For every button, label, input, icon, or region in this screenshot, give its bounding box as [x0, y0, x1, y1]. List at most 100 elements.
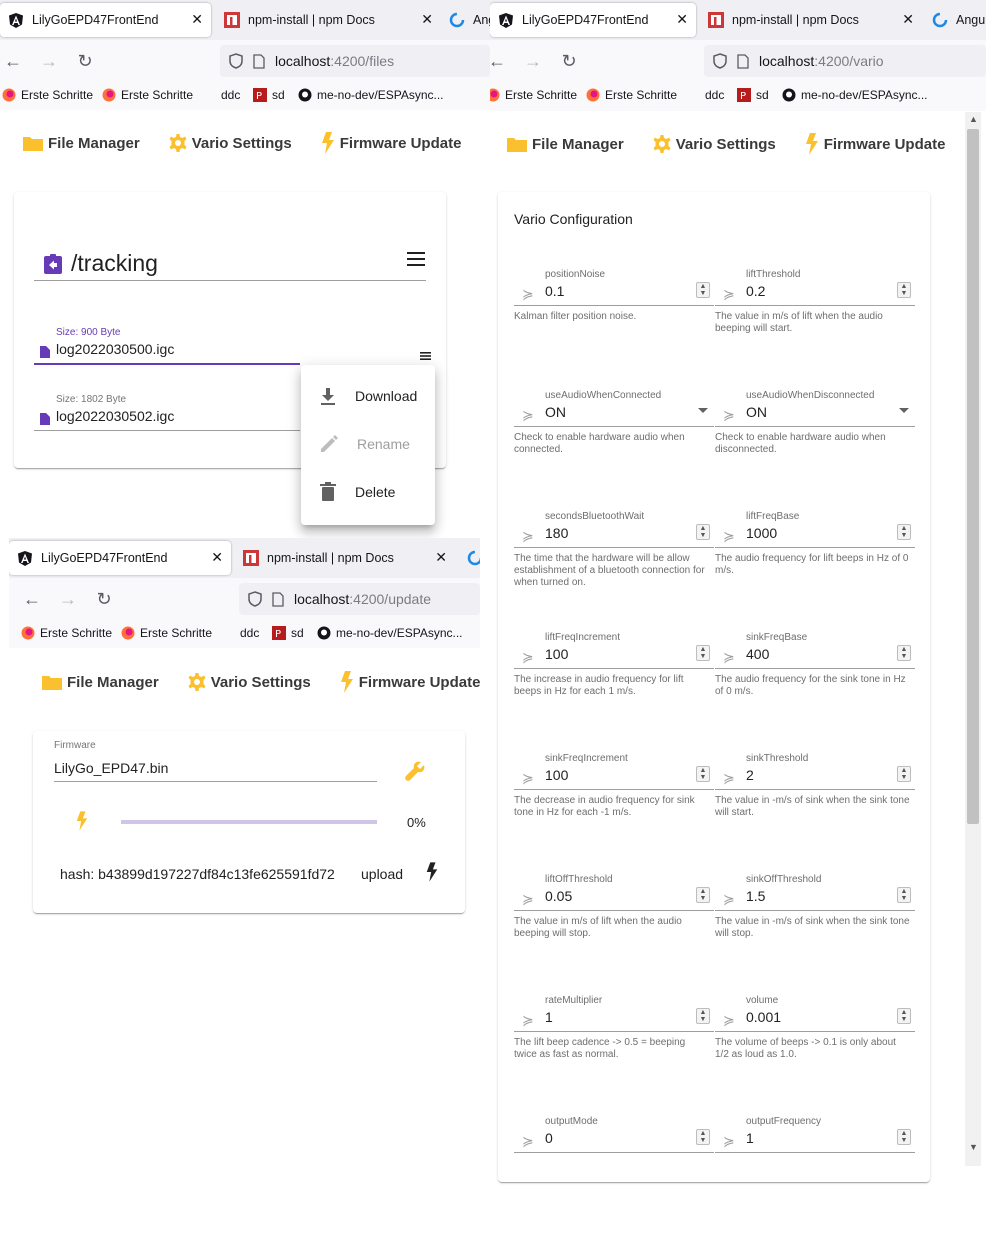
vario-field-positionNoise[interactable]: positionNoise ≽ 0.1 ▲ ▼ Kalman filter positio… [514, 269, 714, 389]
scroll-up-icon[interactable]: ▲ [969, 114, 978, 124]
close-icon[interactable]: ✕ [421, 11, 433, 28]
vario-field-secondsBluetoothWait[interactable]: secondsBluetoothWait ≽ 180 ▲ ▼ The time that … [514, 511, 714, 631]
forward-icon[interactable]: → [522, 50, 544, 72]
vario-field-sinkThreshold[interactable]: sinkThreshold ≽ 2 ▲ ▼ The value in -m/s of si… [715, 753, 915, 873]
field-value[interactable]: 0.05 [545, 888, 572, 904]
bookmark-erste-schritte-2[interactable]: Erste Schritte [121, 626, 212, 640]
tab-angular[interactable]: Angu [924, 3, 986, 37]
url-bar[interactable]: localhost:4200/files [220, 45, 490, 77]
tab-npm[interactable]: npm-install | npm Docs ✕ [700, 3, 922, 37]
nav-firmware-update[interactable]: Firmware Update [804, 133, 945, 155]
tab-lilygo[interactable]: LilyGoEPD47FrontEnd ✕ [9, 541, 231, 575]
wrench-icon[interactable] [403, 759, 427, 788]
vario-field-sinkFreqBase[interactable]: sinkFreqBase ≽ 400 ▲ ▼ The audio frequency fo… [715, 632, 915, 752]
vario-field-liftThreshold[interactable]: liftThreshold ≽ 0.2 ▲ ▼ The value in m/s of l… [715, 269, 915, 389]
field-value[interactable]: 100 [545, 767, 568, 783]
vario-field-liftOffThreshold[interactable]: liftOffThreshold ≽ 0.05 ▲ ▼ The value in m/s … [514, 874, 714, 994]
bookmark-ddc[interactable]: ddc [221, 88, 240, 102]
vario-field-outputMode[interactable]: outputMode ≽ 0 ▲ ▼ [514, 1116, 714, 1236]
nav-firmware-update[interactable]: Firmware Update [339, 671, 480, 693]
close-icon[interactable]: ✕ [435, 549, 447, 566]
field-value[interactable]: 1000 [746, 525, 777, 541]
field-value[interactable]: 1 [545, 1009, 553, 1025]
dropdown-arrow-icon[interactable] [899, 408, 909, 413]
spinner-icon[interactable]: ▲ ▼ [897, 282, 911, 298]
forward-icon[interactable]: → [57, 588, 79, 610]
bookmark-sd[interactable]: P sd [272, 626, 304, 640]
nav-file-manager[interactable]: File Manager [22, 134, 140, 152]
tab-lilygo[interactable]: LilyGoEPD47FrontEnd ✕ [0, 3, 211, 37]
spinner-icon[interactable]: ▲ ▼ [696, 524, 710, 540]
spinner-icon[interactable]: ▲ ▼ [696, 766, 710, 782]
vario-field-useAudioWhenDisconnected[interactable]: useAudioWhenDisconnected ≽ ON Check to enab… [715, 390, 915, 510]
scrollbar-thumb[interactable] [967, 129, 979, 824]
close-icon[interactable]: ✕ [902, 11, 914, 28]
firmware-file-input[interactable]: LilyGo_EPD47.bin [54, 760, 168, 776]
reload-icon[interactable]: ↻ [558, 50, 580, 72]
bookmark-sd[interactable]: P sd [253, 88, 285, 102]
tab-npm[interactable]: npm-install | npm Docs ✕ [235, 541, 455, 575]
bookmark-ddc[interactable]: ddc [240, 626, 259, 640]
menu-item-delete[interactable]: Delete [301, 468, 435, 516]
url-bar[interactable]: localhost:4200/update [239, 583, 480, 615]
back-icon[interactable]: ← [21, 588, 43, 610]
nav-file-manager[interactable]: File Manager [41, 673, 159, 691]
bookmark-github[interactable]: me-no-dev/ESPAsync... [298, 88, 444, 102]
spinner-icon[interactable]: ▲ ▼ [897, 766, 911, 782]
field-value[interactable]: 0.1 [545, 283, 564, 299]
tab-lilygo[interactable]: LilyGoEPD47FrontEnd ✕ [490, 3, 696, 37]
vario-field-outputFrequency[interactable]: outputFrequency ≽ 1 ▲ ▼ [715, 1116, 915, 1236]
nav-firmware-update[interactable]: Firmware Update [320, 132, 461, 154]
vario-field-liftFreqIncrement[interactable]: liftFreqIncrement ≽ 100 ▲ ▼ The increase in a… [514, 632, 714, 752]
forward-icon[interactable]: → [38, 50, 60, 72]
spinner-icon[interactable]: ▲ ▼ [897, 524, 911, 540]
vario-field-rateMultiplier[interactable]: rateMultiplier ≽ 1 ▲ ▼ The lift beep cadence … [514, 995, 714, 1115]
back-icon[interactable]: ← [490, 50, 508, 72]
vario-field-sinkOffThreshold[interactable]: sinkOffThreshold ≽ 1.5 ▲ ▼ The value in -m/s … [715, 874, 915, 994]
tab-npm[interactable]: npm-install | npm Docs ✕ [216, 3, 441, 37]
spinner-icon[interactable]: ▲ ▼ [897, 1129, 911, 1145]
vario-field-volume[interactable]: volume ≽ 0.001 ▲ ▼ The volume of beeps -> 0.1… [715, 995, 915, 1115]
upload-bolt-icon[interactable] [425, 862, 439, 887]
bookmark-erste-schritte-2[interactable]: Erste Schritte [586, 88, 677, 102]
bookmark-github[interactable]: me-no-dev/ESPAsync... [782, 88, 928, 102]
bookmark-erste-schritte-2[interactable]: Erste Schritte [102, 88, 193, 102]
reload-icon[interactable]: ↻ [93, 588, 115, 610]
close-icon[interactable]: ✕ [211, 549, 223, 566]
tab-angular[interactable] [459, 541, 480, 575]
spinner-icon[interactable]: ▲ ▼ [696, 645, 710, 661]
field-value[interactable]: 0.001 [746, 1009, 781, 1025]
bookmark-erste-schritte-1[interactable]: Erste Schritte [490, 88, 577, 102]
tab-angular[interactable]: Ang [441, 3, 490, 37]
field-value[interactable]: 1.5 [746, 888, 765, 904]
field-value[interactable]: 0 [545, 1130, 553, 1146]
bookmark-sd[interactable]: P sd [737, 88, 769, 102]
close-icon[interactable]: ✕ [676, 11, 688, 28]
field-value[interactable]: 0.2 [746, 283, 765, 299]
folder-back-icon[interactable] [44, 253, 62, 274]
nav-vario-settings[interactable]: Vario Settings [187, 672, 311, 692]
field-value[interactable]: 1 [746, 1130, 754, 1146]
field-value[interactable]: 100 [545, 646, 568, 662]
spinner-icon[interactable]: ▲ ▼ [696, 1008, 710, 1024]
field-value[interactable]: 2 [746, 767, 754, 783]
spinner-icon[interactable]: ▲ ▼ [897, 645, 911, 661]
menu-item-rename[interactable]: Rename [301, 420, 435, 468]
spinner-icon[interactable]: ▲ ▼ [897, 1008, 911, 1024]
file-menu-icon[interactable] [420, 347, 431, 365]
bookmark-erste-schritte-1[interactable]: Erste Schritte [2, 88, 93, 102]
spinner-icon[interactable]: ▲ ▼ [696, 887, 710, 903]
field-value[interactable]: ON [545, 404, 566, 420]
field-value[interactable]: ON [746, 404, 767, 420]
spinner-icon[interactable]: ▲ ▼ [696, 282, 710, 298]
field-value[interactable]: 400 [746, 646, 769, 662]
bookmark-erste-schritte-1[interactable]: Erste Schritte [21, 626, 112, 640]
bookmark-ddc[interactable]: ddc [705, 88, 724, 102]
bookmark-github[interactable]: me-no-dev/ESPAsync... [317, 626, 463, 640]
dropdown-arrow-icon[interactable] [698, 408, 708, 413]
spinner-icon[interactable]: ▲ ▼ [897, 887, 911, 903]
spinner-icon[interactable]: ▲ ▼ [696, 1129, 710, 1145]
scrollbar[interactable]: ▲ ▼ [965, 112, 981, 1166]
back-icon[interactable]: ← [2, 50, 24, 72]
vario-field-useAudioWhenConnected[interactable]: useAudioWhenConnected ≽ ON Check to enable … [514, 390, 714, 510]
